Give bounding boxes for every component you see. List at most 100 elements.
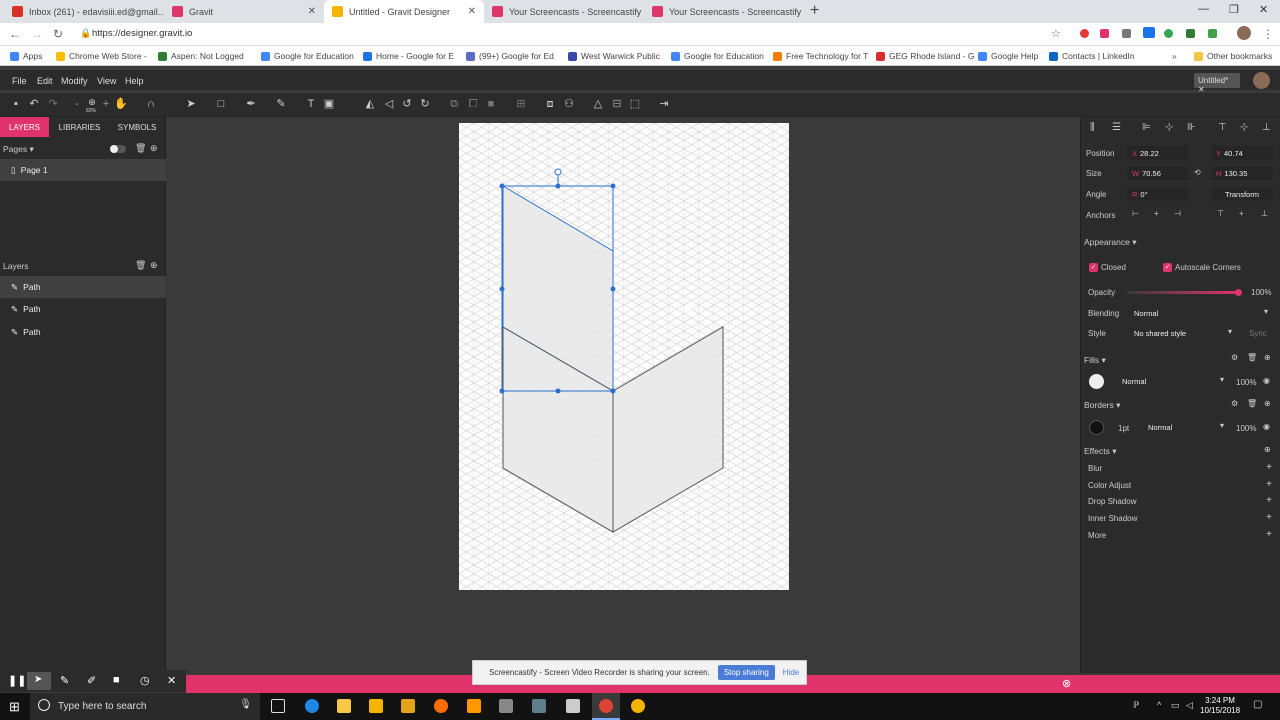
document-tab[interactable]: Untitled* ✕ bbox=[1194, 73, 1240, 94]
url-field[interactable]: https://designer.gravit.io bbox=[92, 28, 192, 39]
menu-file[interactable]: File bbox=[12, 76, 27, 86]
opacity-slider[interactable] bbox=[1127, 291, 1237, 294]
tab-libraries[interactable]: LIBRARIES bbox=[52, 117, 107, 137]
app-icon[interactable] bbox=[401, 699, 415, 713]
rotate-right-icon[interactable]: ↻ bbox=[418, 97, 432, 111]
undo-icon[interactable]: ↶ bbox=[27, 97, 41, 111]
app-grid-icon[interactable] bbox=[467, 699, 481, 713]
redo-icon[interactable]: ↷ bbox=[46, 97, 60, 111]
effects-header[interactable]: Effects ▾ bbox=[1084, 446, 1116, 457]
rectangle-tool-icon[interactable]: □ bbox=[214, 97, 228, 111]
hide-button[interactable]: Hide bbox=[783, 668, 799, 677]
hand-icon[interactable]: ✋ bbox=[114, 97, 128, 111]
close-tab-icon[interactable]: ✕ bbox=[308, 6, 316, 17]
app-icon[interactable] bbox=[532, 699, 546, 713]
extension-icon[interactable] bbox=[1208, 29, 1217, 38]
close-tab-icon[interactable]: ✕ bbox=[468, 6, 476, 17]
save-icon[interactable]: ▪ bbox=[9, 97, 23, 111]
store-icon[interactable] bbox=[369, 699, 383, 713]
align-icon[interactable]: ⊞ bbox=[514, 97, 528, 111]
borders-header[interactable]: Borders ▾ bbox=[1084, 400, 1120, 411]
menu-view[interactable]: View bbox=[97, 76, 116, 86]
border-settings-icon[interactable]: ⚙ bbox=[1231, 399, 1238, 408]
fills-header[interactable]: Fills ▾ bbox=[1084, 355, 1106, 366]
layer-item[interactable]: ✎ Path bbox=[0, 276, 166, 298]
layer-item[interactable]: ✎ Path bbox=[0, 321, 166, 343]
appearance-header[interactable]: Appearance ▾ bbox=[1084, 237, 1136, 248]
tab-layers[interactable]: LAYERS bbox=[0, 117, 49, 137]
pencil-tool-icon[interactable]: ✎ bbox=[274, 97, 288, 111]
add-inner-shadow-icon[interactable]: + bbox=[1266, 512, 1272, 523]
menu-edit[interactable]: Edit bbox=[37, 76, 53, 86]
add-color-adjust-icon[interactable]: + bbox=[1266, 479, 1272, 490]
add-drop-shadow-icon[interactable]: + bbox=[1266, 495, 1272, 506]
opera-icon[interactable] bbox=[1080, 29, 1089, 38]
export-icon[interactable]: ⇥ bbox=[657, 97, 671, 111]
pages-toggle[interactable] bbox=[110, 145, 126, 153]
add-page-icon[interactable]: ⊕ bbox=[150, 143, 158, 154]
distribute-icon[interactable]: ☰ bbox=[1112, 122, 1121, 133]
height-field[interactable]: H 130.35 bbox=[1211, 166, 1273, 180]
boolean-icon[interactable]: ⧠ bbox=[466, 97, 480, 111]
taskbar-clock[interactable]: 3:24 PM 10/15/2018 bbox=[1200, 696, 1240, 716]
camera-icon[interactable]: ■ bbox=[113, 674, 120, 686]
text-tool-icon[interactable]: T bbox=[304, 97, 318, 111]
restore-icon[interactable]: ❐ bbox=[1229, 3, 1239, 16]
stop-sharing-button[interactable]: Stop sharing bbox=[717, 665, 775, 680]
app-icon[interactable] bbox=[499, 699, 513, 713]
chrome-menu-icon[interactable]: ⋮ bbox=[1262, 27, 1274, 41]
profile-avatar[interactable] bbox=[1237, 26, 1251, 40]
effect-blur[interactable]: Blur bbox=[1088, 464, 1102, 473]
pause-icon[interactable]: ❚❚ bbox=[8, 674, 26, 687]
extension-icon[interactable] bbox=[1186, 29, 1195, 38]
zoom-icon[interactable]: ⊕ bbox=[85, 95, 99, 109]
bookmark-item[interactable]: Chrome Web Store - bbox=[56, 51, 147, 61]
lock-ratio-icon[interactable]: ⟲ bbox=[1194, 168, 1201, 177]
closed-checkbox[interactable]: ✓ bbox=[1089, 263, 1098, 272]
anchor-right-icon[interactable]: ⊣ bbox=[1174, 209, 1181, 218]
chrome-extension-icon[interactable] bbox=[1164, 29, 1173, 38]
artboard-page[interactable] bbox=[459, 123, 789, 590]
chrome-taskbar-button[interactable] bbox=[592, 693, 620, 720]
align-left-edge-icon[interactable]: ⊫ bbox=[1142, 122, 1151, 133]
effect-drop-shadow[interactable]: Drop Shadow bbox=[1088, 497, 1136, 506]
effects-add-icon[interactable]: ⊕ bbox=[1264, 445, 1271, 454]
magnet-icon[interactable]: ∩ bbox=[144, 97, 158, 111]
effect-more[interactable]: More bbox=[1088, 531, 1106, 540]
layer-item[interactable]: ✎ Path bbox=[0, 298, 166, 320]
bookmark-item[interactable]: Google Help bbox=[978, 51, 1038, 61]
rotate-left-icon[interactable]: ↺ bbox=[400, 97, 414, 111]
bookmarks-overflow-icon[interactable]: » bbox=[1172, 51, 1177, 61]
zoom-out-icon[interactable]: - bbox=[70, 97, 84, 111]
bookmark-star-icon[interactable]: ☆ bbox=[1051, 27, 1061, 40]
other-bookmarks[interactable]: Other bookmarks bbox=[1194, 51, 1272, 61]
delete-page-icon[interactable]: 🗑 bbox=[135, 143, 146, 154]
microphone-icon[interactable]: 🎙 bbox=[239, 699, 252, 710]
border-swatch[interactable] bbox=[1089, 420, 1104, 435]
image-tool-icon[interactable]: ▣ bbox=[322, 97, 336, 111]
group-icon[interactable]: ⧉ bbox=[447, 97, 461, 111]
blending-select[interactable]: Normal bbox=[1129, 306, 1271, 320]
align-left-icon[interactable]: ⫼ bbox=[1090, 122, 1095, 133]
anchor-top-icon[interactable]: ⊤ bbox=[1217, 209, 1224, 218]
browser-tab-screencastify-1[interactable]: Your Screencasts - Screencastify✕ bbox=[484, 0, 644, 23]
firefox-icon[interactable] bbox=[434, 699, 448, 713]
mask-icon[interactable]: ⊟ bbox=[610, 97, 624, 111]
bookmark-item[interactable]: Contacts | LinkedIn bbox=[1049, 51, 1135, 61]
people-icon[interactable]: ℙ bbox=[1133, 700, 1139, 711]
bookmark-item[interactable]: GEG Rhode Island - G bbox=[876, 51, 975, 61]
align-middle-icon[interactable]: ⊹ bbox=[1240, 122, 1248, 133]
fill-delete-icon[interactable]: 🗑 bbox=[1247, 353, 1257, 362]
zoom-in-icon[interactable]: + bbox=[99, 97, 113, 111]
style-select[interactable]: No shared style bbox=[1129, 326, 1235, 340]
notifications-icon[interactable]: ▢ bbox=[1253, 699, 1262, 710]
anchor-left-icon[interactable]: ⊢ bbox=[1132, 209, 1139, 218]
mail-icon[interactable] bbox=[566, 699, 580, 713]
effect-inner-shadow[interactable]: Inner Shadow bbox=[1088, 514, 1137, 523]
transform-button[interactable]: Transform bbox=[1211, 187, 1273, 201]
delete-layer-icon[interactable]: 🗑 bbox=[135, 260, 146, 271]
opacity-slider-thumb[interactable] bbox=[1235, 289, 1242, 296]
anchor-bottom-icon[interactable]: ⊥ bbox=[1261, 209, 1268, 218]
rotate-handle[interactable] bbox=[554, 168, 562, 176]
browser-tab-designer[interactable]: Untitled - Gravit Designer ✕ bbox=[324, 0, 484, 23]
